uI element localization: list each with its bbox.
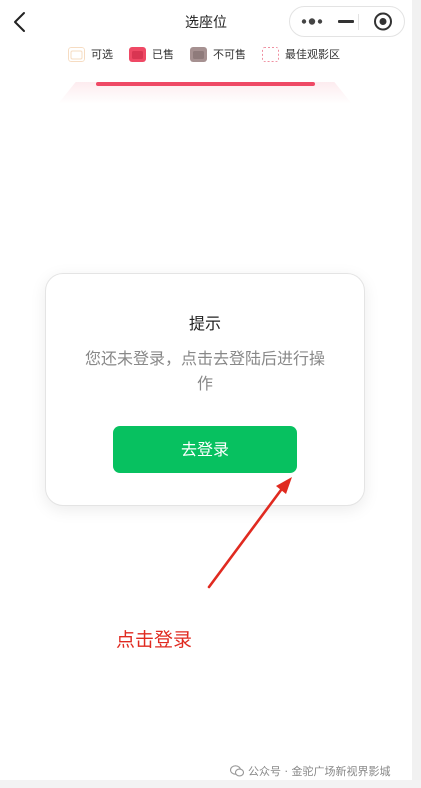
navigation-bar: 选座位 xyxy=(0,0,412,44)
dialog-message: 您还未登录，点击去登陆后进行操作 xyxy=(84,349,325,393)
seat-sold-icon xyxy=(129,46,146,62)
legend-item-available: 可选 xyxy=(68,46,113,62)
watermark: 公众号 · 金驼广场新视界影城 xyxy=(230,762,391,780)
screen-indicator xyxy=(96,82,315,86)
minimize-button[interactable] xyxy=(334,7,358,36)
legend-item-unavailable: 不可售 xyxy=(190,46,246,62)
target-close-icon xyxy=(374,12,392,31)
dialog-title: 提示 xyxy=(188,314,221,333)
scrollbar[interactable] xyxy=(412,0,421,788)
legend-label: 最佳观影区 xyxy=(285,48,340,61)
seat-available-icon xyxy=(68,46,85,62)
annotation-text: 点击登录 xyxy=(116,629,193,651)
watermark-text: 公众号 · 金驼广场新视界影城 xyxy=(248,765,391,778)
mini-program-capsule xyxy=(289,6,405,37)
best-area-icon xyxy=(262,46,279,62)
capsule-divider xyxy=(358,14,359,30)
red-arrow-icon xyxy=(207,477,292,589)
legend-item-best-area: 最佳观影区 xyxy=(262,46,340,62)
close-button[interactable] xyxy=(362,7,402,36)
seat-unavailable-icon xyxy=(190,46,207,62)
minimize-icon xyxy=(338,20,354,23)
legend-item-sold: 已售 xyxy=(129,46,174,62)
legend-label: 不可售 xyxy=(213,48,246,61)
wechat-icon xyxy=(230,765,244,777)
more-dots-icon xyxy=(301,18,323,25)
legend-label: 已售 xyxy=(152,48,174,61)
more-button[interactable] xyxy=(290,7,334,36)
bottom-edge xyxy=(0,780,421,788)
login-button[interactable]: 去登录 xyxy=(113,426,297,473)
seat-legend: 可选 已售 不可售 最佳观影区 xyxy=(68,44,340,64)
legend-label: 可选 xyxy=(91,48,113,61)
